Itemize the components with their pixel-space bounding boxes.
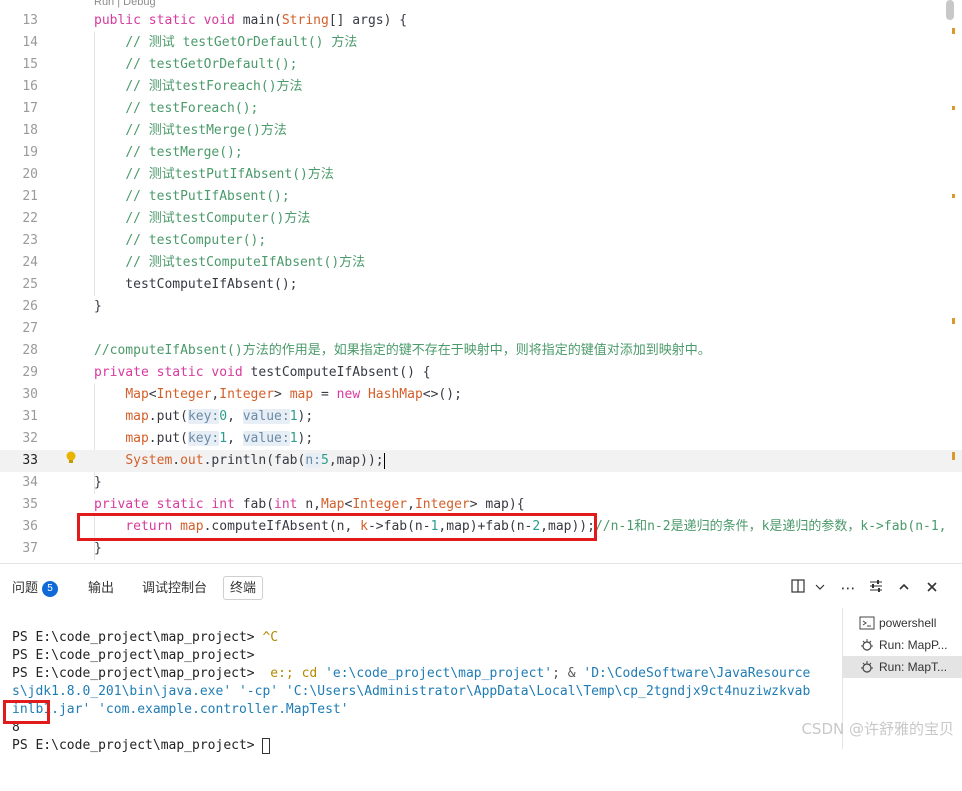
tab-problems[interactable]: 问题 5 — [12, 577, 59, 599]
problems-count-badge: 5 — [42, 581, 59, 597]
code-line-current: 33 System.out.println(fab(n:5,map)); — [0, 450, 962, 472]
terminal-line: PS E:\code_project\map_project> ^C — [12, 630, 279, 645]
session-run-mapt[interactable]: Run: MapT... — [843, 656, 962, 678]
code-line: 14 // 测试 testGetOrDefault() 方法 — [22, 35, 358, 50]
code-line: 17 // testForeach(); — [22, 101, 259, 116]
terminal-output[interactable]: PS E:\code_project\map_project> ^C PS E:\… — [12, 611, 832, 791]
scroll-marker — [952, 106, 955, 110]
code-line: 34 } — [22, 475, 102, 490]
code-line: 37 } — [22, 541, 102, 556]
scroll-marker — [952, 28, 955, 34]
tab-output[interactable]: 输出 — [88, 577, 114, 599]
scroll-marker — [952, 318, 955, 324]
terminal-line: PS E:\code_project\map_project> e:; cd '… — [12, 666, 811, 681]
code-line: 13 public static void main(String[] args… — [0, 10, 962, 32]
code-line: 20 // 测试testPutIfAbsent()方法 — [22, 167, 334, 182]
code-line: 30 Map<Integer,Integer> map = new HashMa… — [22, 387, 462, 402]
code-line: 16 // 测试testForeach()方法 — [22, 79, 303, 94]
program-output: 8 — [12, 720, 20, 735]
terminal-line: PS E:\code_project\map_project> — [12, 737, 832, 755]
scroll-marker — [952, 194, 955, 198]
more-actions-icon[interactable]: ⋯ — [840, 579, 856, 597]
code-line: 19 // testMerge(); — [22, 145, 243, 160]
lightbulb-icon[interactable] — [65, 451, 77, 465]
code-line: 24 // 测试testComputeIfAbsent()方法 — [22, 255, 366, 270]
watermark: CSDN @许舒雅的宝贝 — [801, 720, 954, 738]
settings-sliders-icon[interactable] — [868, 579, 884, 597]
code-line: 28 //computeIfAbsent()方法的作用是，如果指定的键不存在于映… — [22, 343, 711, 358]
code-line: 22 // 测试testComputer()方法 — [22, 211, 311, 226]
output-highlight-box — [3, 700, 50, 724]
highlight-box — [77, 513, 597, 541]
panel-tabs: 问题 5 输出 调试控制台 终端 ⋯ — [0, 564, 962, 608]
tab-terminal[interactable]: 终端 — [223, 576, 264, 600]
code-line: 18 // 测试testMerge()方法 — [22, 123, 287, 138]
session-powershell[interactable]: powershell — [843, 612, 962, 634]
debug-gear-icon — [861, 639, 873, 651]
code-line: 32 map.put(key:1, value:1); — [22, 431, 314, 446]
maximize-panel-icon[interactable] — [896, 579, 912, 597]
scroll-marker — [952, 452, 955, 460]
line-number: 13 — [22, 13, 38, 28]
code-editor[interactable]: Run | Debug 13 public static void main(S… — [0, 0, 962, 562]
terminal-line: s\jdk1.8.0_201\bin\java.exe' '-cp' 'C:\U… — [12, 684, 811, 699]
code-line: 21 // testPutIfAbsent(); — [22, 189, 290, 204]
session-run-mapp[interactable]: Run: MapP... — [843, 634, 962, 656]
code-line: 31 map.put(key:0, value:1); — [22, 409, 314, 424]
editor-scrollbar[interactable] — [946, 0, 954, 20]
terminal-cursor — [262, 737, 271, 754]
terminal-icon — [859, 616, 875, 630]
debug-gear-icon — [861, 661, 873, 673]
code-line: 15 // testGetOrDefault(); — [22, 57, 298, 72]
code-line: 23 // testComputer(); — [22, 233, 267, 248]
codelens-run-debug[interactable]: Run | Debug — [94, 0, 156, 8]
split-terminal-icon[interactable] — [790, 579, 806, 597]
close-panel-icon[interactable] — [924, 579, 940, 597]
code-line: 29 private static void testComputeIfAbse… — [22, 365, 431, 380]
code-line: 26 } — [22, 299, 102, 314]
code-line: 25 testComputeIfAbsent(); — [22, 277, 298, 292]
terminal-line: PS E:\code_project\map_project> — [12, 648, 255, 663]
text-cursor — [383, 452, 385, 469]
terminal-line: inlb1.jar' 'com.example.controller.MapTe… — [12, 702, 349, 717]
chevron-down-icon[interactable] — [812, 579, 828, 597]
code-line: 27 — [22, 321, 38, 336]
tab-debug-console[interactable]: 调试控制台 — [142, 577, 207, 599]
